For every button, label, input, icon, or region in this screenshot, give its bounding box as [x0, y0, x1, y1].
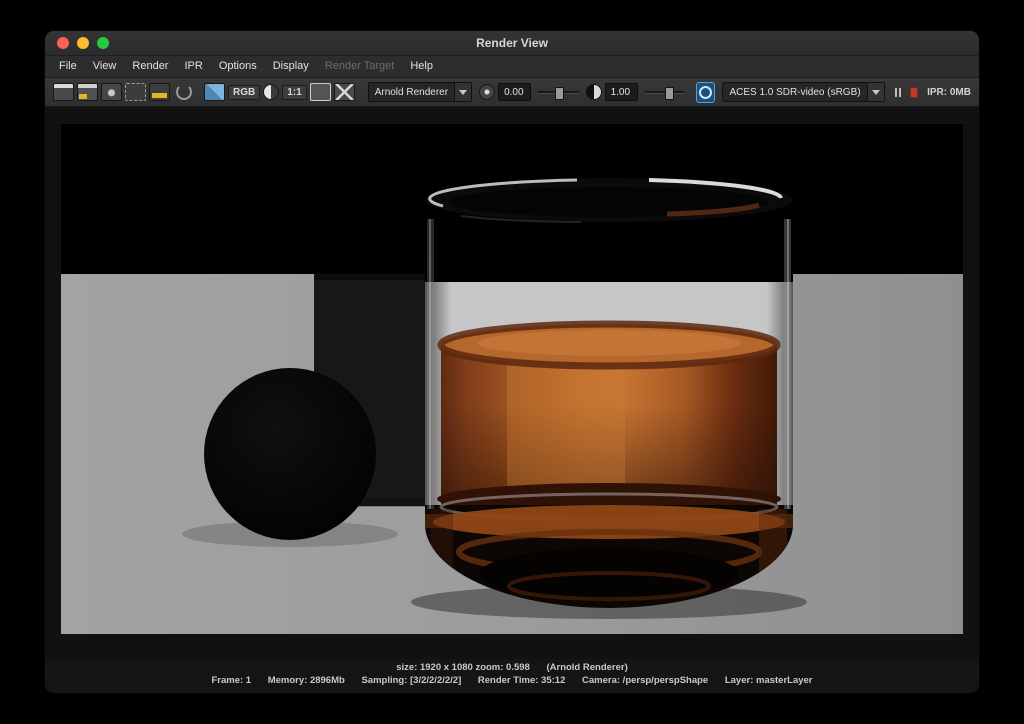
exposure-icon [479, 84, 495, 100]
status-layer: Layer: masterLayer [725, 675, 813, 686]
ipr-update-region-icon[interactable] [149, 83, 170, 101]
stop-ipr-icon[interactable] [910, 87, 919, 98]
gamma-slider-handle[interactable] [665, 87, 674, 100]
render-icon[interactable] [53, 83, 74, 101]
one-to-one-button[interactable]: 1:1 [282, 85, 306, 100]
menu-ipr[interactable]: IPR [176, 56, 210, 77]
gamma-value: 1.00 [611, 87, 630, 98]
render-view-window: Render View File View Render IPR Options… [44, 30, 980, 694]
redo-render-icon[interactable] [176, 84, 192, 100]
toolbar: RGB 1:1 Arnold Renderer 0.00 [45, 78, 979, 107]
menu-options[interactable]: Options [211, 56, 265, 77]
titlebar[interactable]: Render View [45, 31, 979, 56]
render-viewport[interactable] [45, 107, 979, 659]
color-management-dropdown-button[interactable] [867, 83, 884, 101]
display-options-group: RGB 1:1 [204, 83, 355, 101]
status-renderer: (Arnold Renderer) [546, 662, 627, 673]
chevron-down-icon [872, 90, 880, 95]
color-management-value: ACES 1.0 SDR-video (sRGB) [723, 87, 866, 98]
color-management-toggle[interactable] [696, 82, 715, 103]
exposure-slider-handle[interactable] [555, 87, 564, 100]
keep-image-icon[interactable] [310, 83, 331, 101]
status-sampling: Sampling: [3/2/2/2/2/2] [361, 675, 461, 686]
chevron-down-icon [459, 90, 467, 95]
gamma-field[interactable]: 1.00 [605, 83, 638, 101]
alpha-channel-icon[interactable] [263, 84, 279, 100]
statusbar: size: 1920 x 1080 zoom: 0.598 (Arnold Re… [45, 659, 979, 693]
ipr-memory-label: IPR: 0MB [927, 87, 971, 98]
menu-render[interactable]: Render [124, 56, 176, 77]
render-actions-group [53, 83, 195, 101]
status-frame: Frame: 1 [211, 675, 251, 686]
status-camera: Camera: /persp/perspShape [582, 675, 708, 686]
menu-help[interactable]: Help [402, 56, 441, 77]
color-management-dropdown[interactable]: ACES 1.0 SDR-video (sRGB) [722, 82, 884, 102]
status-memory: Memory: 2896Mb [268, 675, 345, 686]
desktop: Render View File View Render IPR Options… [0, 0, 1024, 724]
gamma-slider[interactable] [645, 84, 685, 100]
status-size-zoom: size: 1920 x 1080 zoom: 0.598 [396, 662, 530, 673]
exposure-value: 0.00 [504, 87, 523, 98]
real-size-icon[interactable] [204, 83, 225, 101]
renderer-dropdown-button[interactable] [454, 83, 471, 101]
exposure-field[interactable]: 0.00 [498, 83, 531, 101]
status-line-2: Frame: 1 Memory: 2896Mb Sampling: [3/2/2… [45, 674, 979, 687]
rendered-image [61, 124, 963, 634]
status-line-1: size: 1920 x 1080 zoom: 0.598 (Arnold Re… [45, 661, 979, 674]
renderer-dropdown[interactable]: Arnold Renderer [368, 82, 472, 102]
menu-display[interactable]: Display [265, 56, 317, 77]
ipr-render-icon[interactable] [77, 83, 98, 101]
render-region-icon[interactable] [125, 83, 146, 101]
rgb-channels-button[interactable]: RGB [228, 85, 260, 100]
color-management-icon [699, 86, 712, 99]
menu-view[interactable]: View [85, 56, 125, 77]
snapshot-icon[interactable] [101, 83, 122, 101]
remove-image-icon[interactable] [334, 83, 355, 101]
pause-ipr-icon[interactable] [895, 88, 901, 97]
renderer-dropdown-value: Arnold Renderer [369, 87, 454, 98]
window-title: Render View [45, 36, 979, 50]
gamma-icon [586, 84, 602, 100]
exposure-slider[interactable] [538, 84, 578, 100]
menu-file[interactable]: File [51, 56, 85, 77]
menubar: File View Render IPR Options Display Ren… [45, 56, 979, 78]
status-render-time: Render Time: 35:12 [478, 675, 565, 686]
menu-render-target: Render Target [317, 56, 403, 77]
